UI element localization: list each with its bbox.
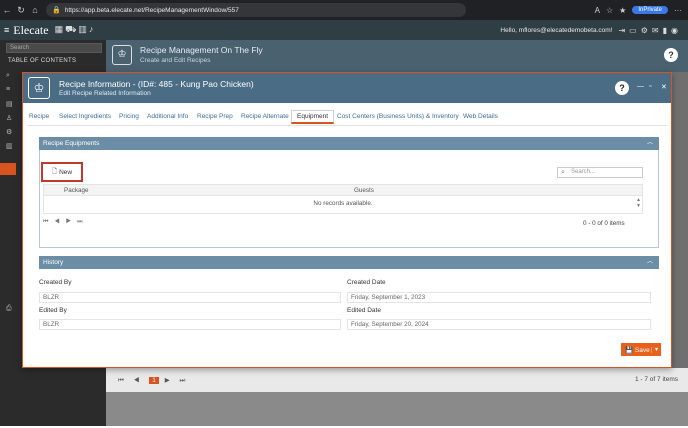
home-icon[interactable]: ⌂ xyxy=(28,5,42,15)
history-section-header[interactable]: History ︿ xyxy=(39,256,659,269)
inprivate-badge[interactable]: InPrivate xyxy=(632,6,668,14)
hamburger-menu-icon[interactable]: ≡ xyxy=(4,25,9,35)
book-icon[interactable]: ▥ xyxy=(6,142,13,150)
grid-empty-message: No records available. xyxy=(313,200,373,207)
chef-hat-icon: ♔ xyxy=(28,77,50,99)
sidebar-active-indicator[interactable] xyxy=(0,163,16,175)
close-icon[interactable]: ✕ xyxy=(661,83,667,91)
favorites-icon[interactable]: ★ xyxy=(619,6,626,15)
settings-icon[interactable]: ⚙ xyxy=(6,128,12,136)
edited-by-field: BLZR xyxy=(39,319,341,330)
save-label-text: Save xyxy=(634,346,650,354)
minimize-icon[interactable]: — xyxy=(637,83,644,90)
edited-date-label: Edited Date xyxy=(347,307,381,314)
edited-by-label: Edited By xyxy=(39,307,67,314)
chef-hat-icon: ♔ xyxy=(112,45,132,65)
new-document-icon: 🗋 xyxy=(51,167,58,175)
column-header-package[interactable]: Package xyxy=(64,187,89,194)
page-overlay-right xyxy=(672,72,688,368)
app-header: ≡ Elecate ▦⛟▥♪ Hello, mflores@elecatedem… xyxy=(0,20,688,40)
page-current[interactable]: 1 xyxy=(149,377,159,384)
back-icon[interactable]: ← xyxy=(0,5,14,15)
page-title: Recipe Management On The Fly xyxy=(140,45,263,55)
tab-web-details[interactable]: Web Details xyxy=(463,113,498,120)
browser-toolbar: ← ↻ ⌂ 🔒 https://app.beta.elecate.net/Rec… xyxy=(0,0,688,20)
print-icon[interactable]: ⎙ xyxy=(6,305,12,313)
page-help-icon[interactable]: ? xyxy=(664,48,678,62)
edited-date-field: Friday, September 20, 2024 xyxy=(347,319,651,330)
tab-recipe-prep[interactable]: Recipe Prep xyxy=(197,113,233,120)
tab-select-ingredients[interactable]: Select Ingredients xyxy=(59,113,111,120)
equipment-search-placeholder: Search... xyxy=(571,169,596,175)
grid-items-count: 0 - 0 of 0 items xyxy=(583,220,625,227)
equipment-grid: Package Guests No records available. ▲ ▼ xyxy=(43,184,643,214)
save-button[interactable]: 💾 Save ▼ xyxy=(621,343,661,356)
tab-bar: Recipe Select Ingredients Pricing Additi… xyxy=(27,110,667,126)
history-section-title: History xyxy=(43,259,64,266)
reload-icon[interactable]: ↻ xyxy=(14,5,28,16)
collapse-chevron-icon[interactable]: ︿ xyxy=(647,256,653,269)
created-by-field: BLZR xyxy=(39,292,341,303)
equipment-search-input[interactable]: ⌕ Search... xyxy=(557,167,643,178)
created-by-label: Created By xyxy=(39,279,72,286)
modal-title: Recipe Information - (ID#: 485 - Kung Pa… xyxy=(59,79,254,89)
page-header: ♔ Recipe Management On The Fly Create an… xyxy=(106,40,688,72)
modal-header: ♔ Recipe Information - (ID#: 485 - Kung … xyxy=(23,73,671,103)
created-date-label: Created Date xyxy=(347,279,386,286)
save-dropdown-caret-icon[interactable]: ▼ xyxy=(651,346,661,353)
help-icon[interactable]: ? xyxy=(615,81,629,95)
app-logo: Elecate xyxy=(13,22,49,37)
grid-header: Package Guests xyxy=(44,185,642,196)
list-icon[interactable]: ≡ xyxy=(6,86,10,93)
tab-additional-info[interactable]: Additional Info xyxy=(147,113,188,120)
save-button-label: 💾 Save xyxy=(625,346,650,354)
lock-icon: 🔒 xyxy=(52,7,61,14)
equipment-section-title: Recipe Equipments xyxy=(43,140,100,147)
user-greeting: Hello, mflores@elecatedemobeta.com! xyxy=(500,26,613,34)
column-header-guests[interactable]: Guests xyxy=(354,187,374,194)
page-items-count: 1 - 7 of 7 items xyxy=(635,376,678,383)
tab-equipment[interactable]: Equipment xyxy=(291,110,335,124)
favorite-star-icon[interactable]: ☆ xyxy=(606,6,613,15)
tab-recipe-alternate[interactable]: Recipe Alternate xyxy=(241,113,289,120)
more-menu-icon[interactable]: ··· xyxy=(674,6,682,15)
new-button-label: New xyxy=(59,168,73,176)
tab-pricing[interactable]: Pricing xyxy=(119,113,139,120)
sidebar-search-input[interactable]: Search xyxy=(6,43,102,53)
page-pager-bar: ⏮ ◀ 1 ▶ ⏭ 1 - 7 of 7 items xyxy=(106,368,688,392)
toc-label: TABLE OF CONTENTS xyxy=(8,58,77,64)
header-action-icons[interactable]: ⇥▭⚙✉▮◉ xyxy=(618,26,682,35)
maximize-icon[interactable]: ▫ xyxy=(649,83,651,90)
tab-recipe[interactable]: Recipe xyxy=(29,113,49,120)
equipment-section-header[interactable]: Recipe Equipments ︿ xyxy=(39,137,659,150)
search-icon: ⌕ xyxy=(561,169,565,176)
search-icon[interactable]: ⌕ xyxy=(6,72,10,80)
header-quick-icons[interactable]: ▦⛟▥♪ xyxy=(55,24,96,36)
modal-subtitle: Edit Recipe Related Information xyxy=(59,90,151,97)
read-aloud-icon[interactable]: A xyxy=(595,6,600,15)
created-date-field: Friday, September 1, 2023 xyxy=(347,292,651,303)
grid-pager[interactable]: ⏮◀▶⏭ xyxy=(43,219,89,226)
url-text: https://app.beta.elecate.net/RecipeManag… xyxy=(64,6,239,14)
page-lower-area xyxy=(106,392,688,426)
collapse-chevron-icon[interactable]: ︿ xyxy=(647,137,653,150)
new-equipment-button[interactable]: 🗋 New xyxy=(41,162,83,182)
grid-icon[interactable]: ▤ xyxy=(6,100,13,108)
page-subtitle: Create and Edit Recipes xyxy=(140,57,211,64)
grid-scrollbar[interactable]: ▲ ▼ xyxy=(636,197,641,209)
address-bar[interactable]: 🔒 https://app.beta.elecate.net/RecipeMan… xyxy=(46,3,466,17)
tab-cost-centers[interactable]: Cost Centers (Business Units) & Inventor… xyxy=(337,113,459,120)
recipe-info-modal: ♔ Recipe Information - (ID#: 485 - Kung … xyxy=(22,72,672,368)
user-icon[interactable]: ♙ xyxy=(6,114,12,122)
page-pager[interactable]: ⏮ ◀ 1 ▶ ⏭ xyxy=(118,376,189,385)
